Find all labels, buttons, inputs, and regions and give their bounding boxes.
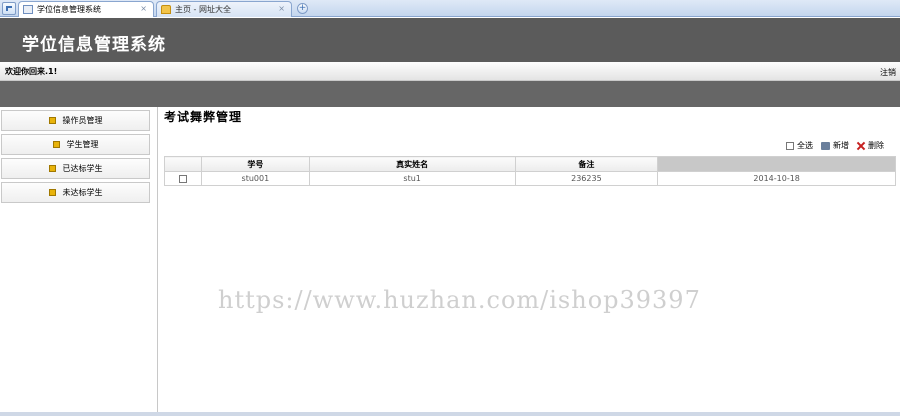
page-title: 考试舞弊管理	[164, 110, 243, 124]
sidebar-item-qualified[interactable]: 已达标学生	[1, 158, 150, 179]
close-icon[interactable]: ×	[140, 4, 147, 13]
tab-homepage[interactable]: 主页 - 网址大全 ×	[156, 1, 292, 17]
folder-icon	[48, 117, 56, 124]
app-header: 学位信息管理系统	[0, 18, 900, 62]
sidebar-item-label: 已达标学生	[62, 164, 103, 173]
delete-button[interactable]: 删除	[857, 140, 884, 151]
cell-name: stu1	[308, 171, 516, 186]
select-all-control[interactable]: 全选	[786, 140, 813, 151]
sidebar-item-label: 学生管理	[66, 140, 99, 149]
folder-icon	[52, 141, 60, 148]
app-title: 学位信息管理系统	[22, 35, 166, 55]
delete-icon	[857, 142, 865, 150]
new-tab-button[interactable]: +	[297, 3, 308, 14]
folder-icon	[48, 165, 56, 172]
add-label: 新增	[833, 141, 849, 150]
cell-date: 2014-10-18	[657, 171, 896, 186]
sidebar-item-students[interactable]: 学生管理	[1, 134, 150, 155]
row-checkbox[interactable]	[178, 174, 187, 183]
logout-link[interactable]: 注销	[880, 67, 896, 78]
table-header-row: 学号 真实姓名 备注	[164, 156, 896, 172]
add-button[interactable]: 新增	[821, 140, 849, 151]
cell-id: stu001	[200, 171, 310, 186]
edit-icon	[821, 141, 830, 150]
browser-menu-icon[interactable]	[2, 2, 16, 15]
welcome-text: 欢迎你回来.1!	[5, 67, 58, 76]
browser-tab-strip: 学位信息管理系统 × 主页 - 网址大全 × +	[0, 0, 900, 17]
tab-label: 主页 - 网址大全	[175, 5, 231, 14]
column-header-id: 学号	[200, 156, 310, 172]
tab-label: 学位信息管理系统	[37, 5, 101, 14]
toolbar: 全选 新增 删除	[786, 140, 884, 151]
cell-note: 236235	[514, 171, 659, 186]
tab-degree-system[interactable]: 学位信息管理系统 ×	[18, 1, 154, 17]
status-bar	[0, 412, 900, 416]
sidebar-item-unqualified[interactable]: 未达标学生	[1, 182, 150, 203]
records-table: 学号 真实姓名 备注 stu001 stu1 236235 2014-10-18	[164, 156, 896, 186]
column-header-note: 备注	[514, 156, 659, 172]
sidebar-item-operators[interactable]: 操作员管理	[1, 110, 150, 131]
page-icon	[23, 5, 33, 14]
column-header-date	[657, 156, 896, 172]
checkbox-icon[interactable]	[786, 141, 794, 150]
delete-label: 删除	[868, 141, 884, 150]
sidebar: 操作员管理 学生管理 已达标学生 未达标学生	[0, 107, 158, 413]
home-icon	[161, 5, 171, 14]
welcome-bar: 欢迎你回来.1! 注销	[0, 62, 900, 81]
column-header-name: 真实姓名	[308, 156, 516, 172]
select-column-header	[164, 156, 202, 172]
select-all-label: 全选	[797, 141, 813, 150]
watermark: https://www.huzhan.com/ishop39397	[218, 286, 701, 314]
close-icon[interactable]: ×	[278, 4, 285, 13]
nav-band	[0, 81, 900, 107]
folder-icon	[48, 189, 56, 196]
row-select-cell	[164, 171, 202, 186]
table-row[interactable]: stu001 stu1 236235 2014-10-18	[164, 171, 896, 186]
sidebar-item-label: 未达标学生	[62, 188, 103, 197]
sidebar-item-label: 操作员管理	[62, 116, 103, 125]
